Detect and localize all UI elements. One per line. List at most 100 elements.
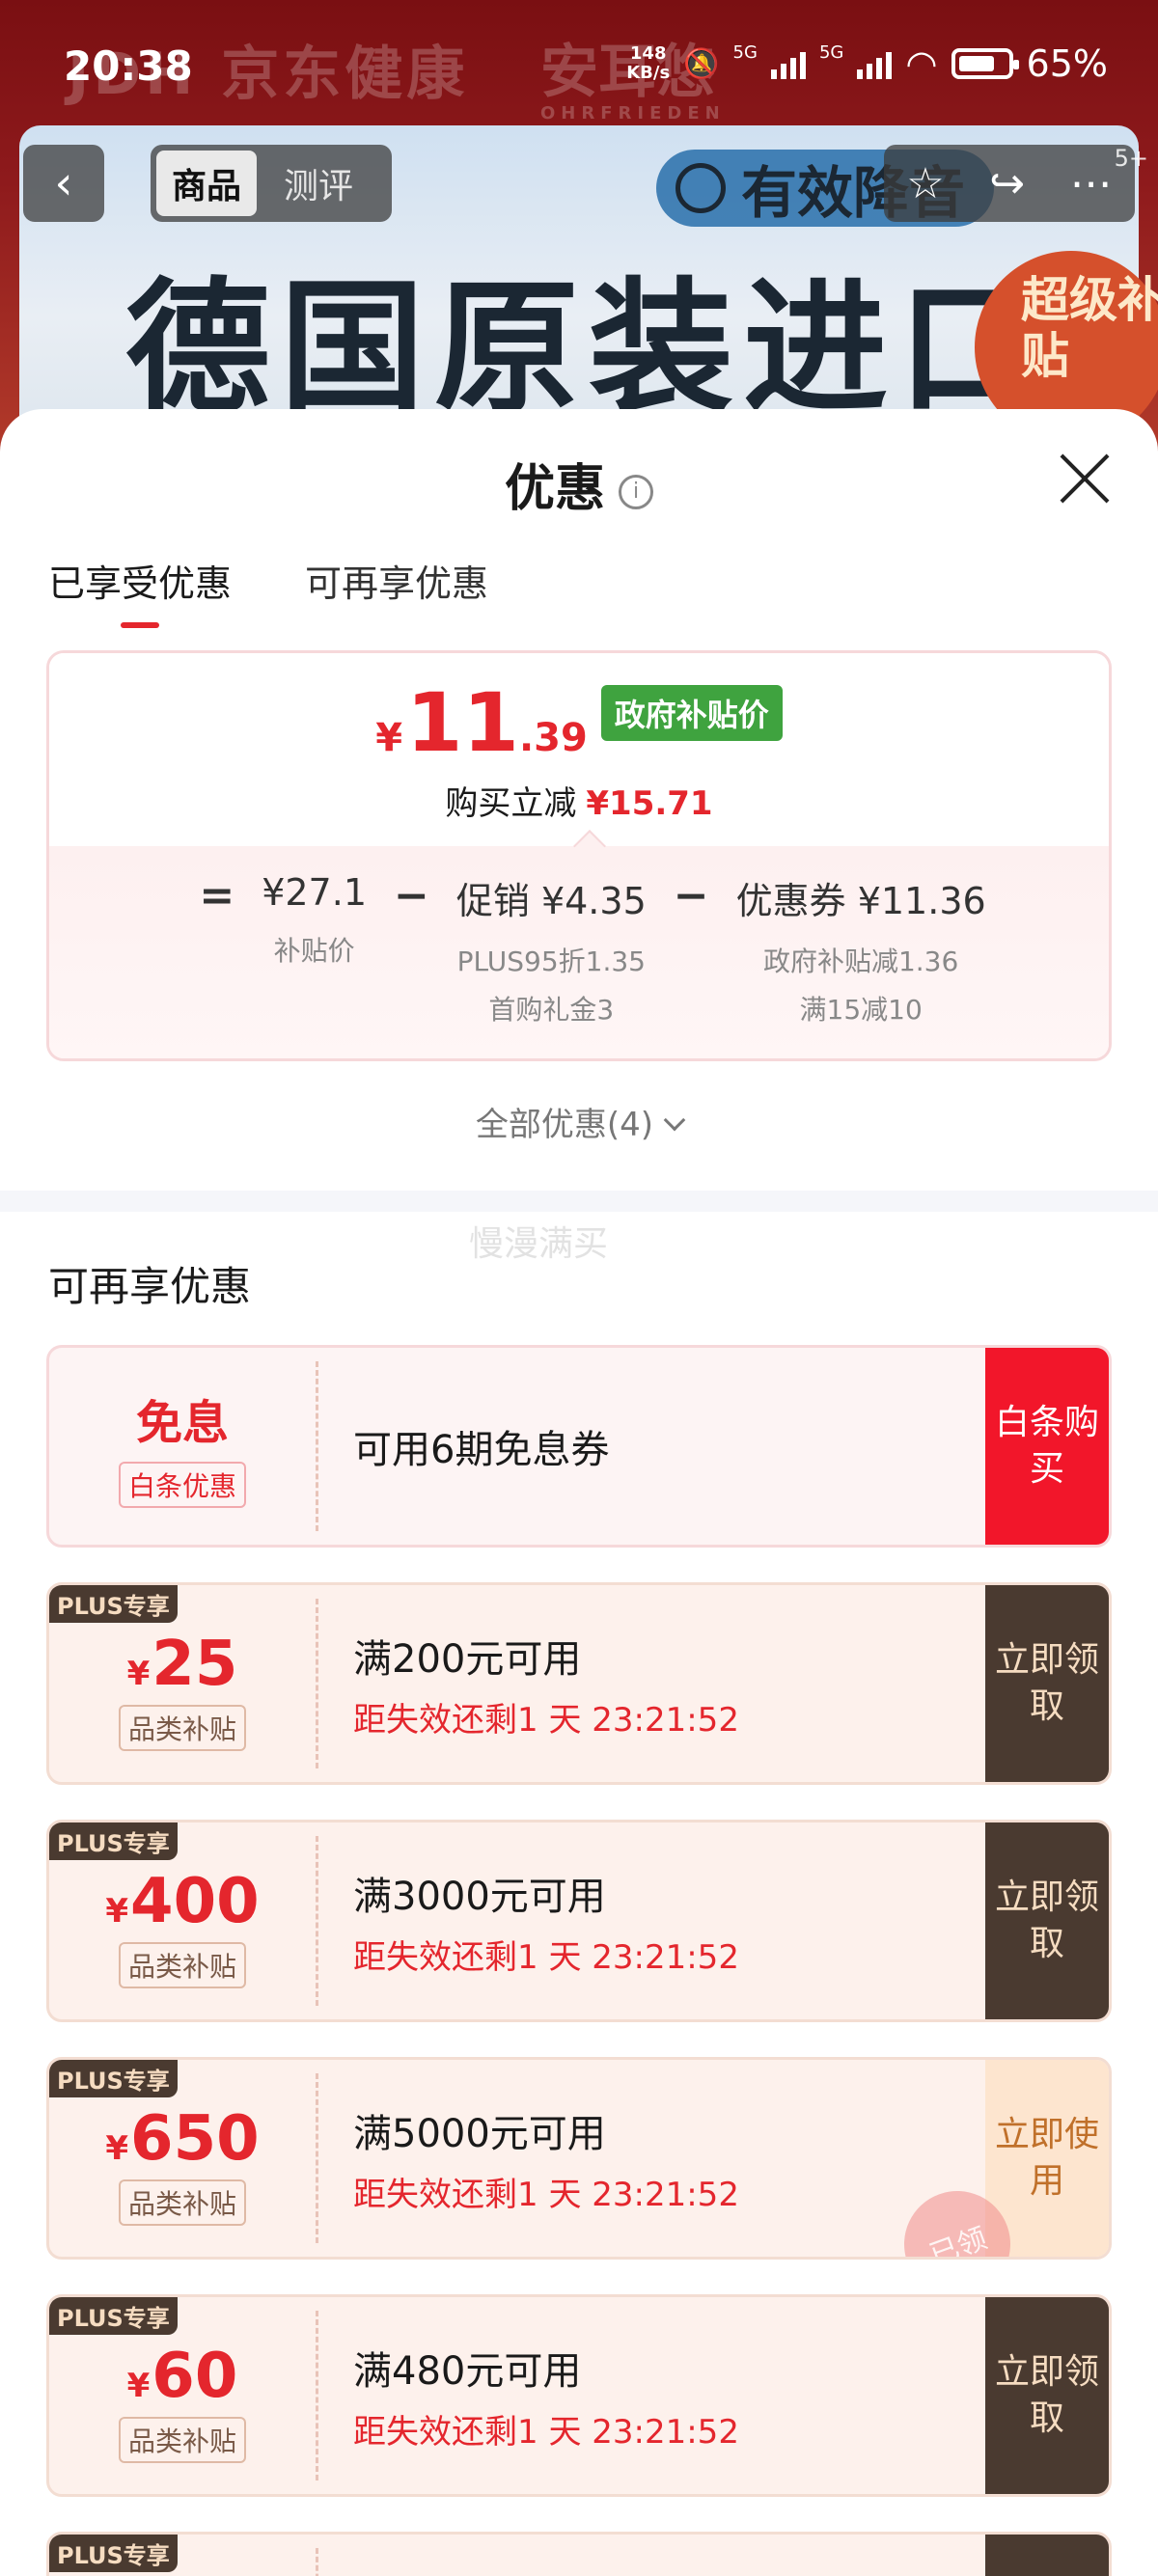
reduce-amount: ¥15.71 <box>586 784 713 823</box>
back-button[interactable]: ‹ <box>23 145 104 222</box>
coupon-card: PLUS专享 ¥650 品类补贴 满5000元可用 距失效还剩1 天 23:21… <box>46 2057 1112 2260</box>
tab-enjoyed[interactable]: 已享受优惠 <box>48 554 232 628</box>
mute-icon: 🔕 <box>683 46 720 81</box>
claim-button[interactable]: 立即领取 <box>985 1822 1109 2019</box>
star-icon[interactable]: ☆ <box>906 159 944 208</box>
coupon-col: 优惠券 ¥11.36 政府补贴减1.36 满15减10 <box>736 871 986 1034</box>
coupon-card: PLUS专享 ¥25 品类补贴 满200元可用 距失效还剩1 天 23:21:5… <box>46 1582 1112 1785</box>
coupon-category: 品类补贴 <box>118 2417 246 2463</box>
product-nav-tabs: 商品 测评 <box>151 145 392 222</box>
price-formula: = ¥27.1 补贴价 − 促销 ¥4.35 PLUS95折1.35 首购礼金3… <box>49 871 1109 1034</box>
price-integer: 11 <box>406 675 519 770</box>
status-bar: 20:38 148 KB/s 🔕 5G 5G ◠ 65% <box>0 0 1158 125</box>
coupon-detail-2: 满15减10 <box>799 994 923 1026</box>
coupon-expiry: 距失效还剩1 天 23:21:52 <box>353 2175 739 2214</box>
chart-icon <box>676 163 726 213</box>
coupon-info: 满200元可用 距失效还剩1 天 23:21:52 <box>318 1585 985 1782</box>
close-icon[interactable] <box>1056 450 1114 507</box>
coupon-info: 满5000元可用 距失效还剩1 天 23:21:52 <box>318 2060 985 2257</box>
baitiao-info: 可用6期免息券 <box>318 1348 985 1545</box>
coupon-card: PLUS专享 ¥400 品类补贴 满3000元可用 距失效还剩1 天 23:21… <box>46 1820 1112 2022</box>
net-label-1: 5G <box>732 42 758 63</box>
promotions-sheet: 优惠 i 已享受优惠 可再享优惠 ¥ 11 .39 政府补贴价 购买立减 ¥15.7… <box>0 409 1158 2576</box>
minus-sign: − <box>394 871 429 920</box>
promotion-detail-1: PLUS95折1.35 <box>456 945 646 977</box>
battery-level: 65% <box>1026 42 1108 85</box>
coupon-value: 400 <box>130 1866 260 1937</box>
wifi-icon: ◠ <box>905 42 938 85</box>
promo-tabs: 已享受优惠 可再享优惠 <box>48 554 488 628</box>
plus-tag: PLUS专享 <box>49 2060 178 2097</box>
baitiao-desc: 可用6期免息券 <box>353 1428 610 1472</box>
speed-unit: KB/s <box>626 63 671 83</box>
coupon-amount: ¥650 <box>105 2108 259 2170</box>
coupon-currency: ¥ <box>126 2367 151 2405</box>
gov-subsidy-tag: 政府补贴价 <box>600 685 783 741</box>
plus-tag: PLUS专享 <box>49 2297 178 2335</box>
signal-icon-2 <box>857 48 893 79</box>
promotion-col: 促销 ¥4.35 PLUS95折1.35 首购礼金3 <box>456 871 647 1034</box>
baitiao-card: 免息 白条优惠 可用6期免息券 白条购买 <box>46 1345 1112 1548</box>
price-summary-card: ¥ 11 .39 政府补贴价 购买立减 ¥15.71 = ¥27.1 补贴价 − … <box>46 650 1112 1061</box>
coupon-condition: 满5000元可用 <box>353 2111 606 2156</box>
more-icon[interactable]: ⋯ <box>1070 159 1113 208</box>
subsidy-price-label: 补贴价 <box>273 935 355 967</box>
baitiao-buy-button[interactable]: 白条购买 <box>985 1348 1109 1545</box>
price-decimal: .39 <box>518 716 588 760</box>
coupon-value: 25 <box>152 1629 238 1700</box>
coupon-left: PLUS专享 ¥60 品类补贴 <box>49 2297 316 2494</box>
final-price-section: ¥ 11 .39 政府补贴价 购买立减 ¥15.71 <box>49 653 1109 846</box>
coupon-currency: ¥ <box>105 1892 129 1931</box>
chevron-down-icon <box>663 1109 686 1132</box>
claim-button[interactable]: 立即领取 <box>985 2297 1109 2494</box>
subsidy-price-value: ¥27.1 <box>262 871 367 914</box>
claim-button[interactable] <box>985 2535 1109 2576</box>
coupon-expiry: 距失效还剩1 天 23:21:52 <box>353 2412 739 2452</box>
signal-icon-1 <box>770 48 806 79</box>
coupon-expiry: 距失效还剩1 天 23:21:52 <box>353 1700 739 1740</box>
coupon-left: PLUS专享 <box>49 2535 316 2576</box>
tab-more[interactable]: 可再享优惠 <box>305 554 488 628</box>
section-title: 可再享优惠 <box>48 1263 252 1310</box>
coupon-category: 品类补贴 <box>118 1705 246 1751</box>
coupon-left: PLUS专享 ¥400 品类补贴 <box>49 1822 316 2019</box>
tab-product[interactable]: 商品 <box>156 151 258 216</box>
coupon-card-partial: PLUS专享 <box>46 2532 1112 2576</box>
coupon-currency: ¥ <box>105 2129 129 2168</box>
coupon-detail: 政府补贴减1.36 满15减10 <box>736 938 986 1034</box>
plus-tag: PLUS专享 <box>49 2535 178 2572</box>
chevron-left-icon: ‹ <box>54 156 73 210</box>
claim-button[interactable]: 立即领取 <box>985 1585 1109 1782</box>
coupon-expiry: 距失效还剩1 天 23:21:52 <box>353 1937 739 1977</box>
coupon-condition: 满3000元可用 <box>353 1874 606 1919</box>
all-promos-label: 全部优惠(4) <box>475 1106 654 1144</box>
minus-sign: − <box>673 871 709 920</box>
coupon-left: PLUS专享 ¥650 品类补贴 <box>49 2060 316 2257</box>
sheet-title-text: 优惠 <box>504 460 605 518</box>
coupon-info: 满3000元可用 距失效还剩1 天 23:21:52 <box>318 1822 985 2019</box>
sheet-title: 优惠 i <box>0 448 1158 520</box>
status-time: 20:38 <box>64 42 193 90</box>
reduce-line: 购买立减 ¥15.71 <box>49 777 1109 824</box>
share-icon[interactable]: ↪ <box>989 159 1025 208</box>
coupon-amount: ¥400 <box>105 1871 259 1932</box>
all-promos-toggle[interactable]: 全部优惠(4) <box>0 1098 1158 1145</box>
speed-value: 148 <box>629 43 667 64</box>
coupon-category: 品类补贴 <box>118 1942 246 1988</box>
info-icon[interactable]: i <box>619 475 653 509</box>
coupon-amount: ¥25 <box>127 1633 238 1695</box>
coupon-card: PLUS专享 ¥60 品类补贴 满480元可用 距失效还剩1 天 23:21:5… <box>46 2294 1112 2497</box>
promotion-value: 促销 ¥4.35 <box>455 880 647 922</box>
plus-tag: PLUS专享 <box>49 1822 178 1860</box>
tab-review[interactable]: 测评 <box>268 151 369 216</box>
watermark: 慢漫满买 <box>469 1224 609 1264</box>
coupon-value: 优惠券 ¥11.36 <box>735 880 986 922</box>
coupon-condition: 满480元可用 <box>353 2348 582 2394</box>
coupon-condition: 满200元可用 <box>353 1636 582 1682</box>
coupon-value: 650 <box>130 2103 260 2175</box>
promotion-detail-2: 首购礼金3 <box>488 994 615 1026</box>
subsidy-price-col: ¥27.1 补贴价 <box>262 871 367 975</box>
message-badge: 5+ <box>1114 145 1148 172</box>
net-label-2: 5G <box>818 42 844 63</box>
coupon-currency: ¥ <box>126 1655 151 1693</box>
